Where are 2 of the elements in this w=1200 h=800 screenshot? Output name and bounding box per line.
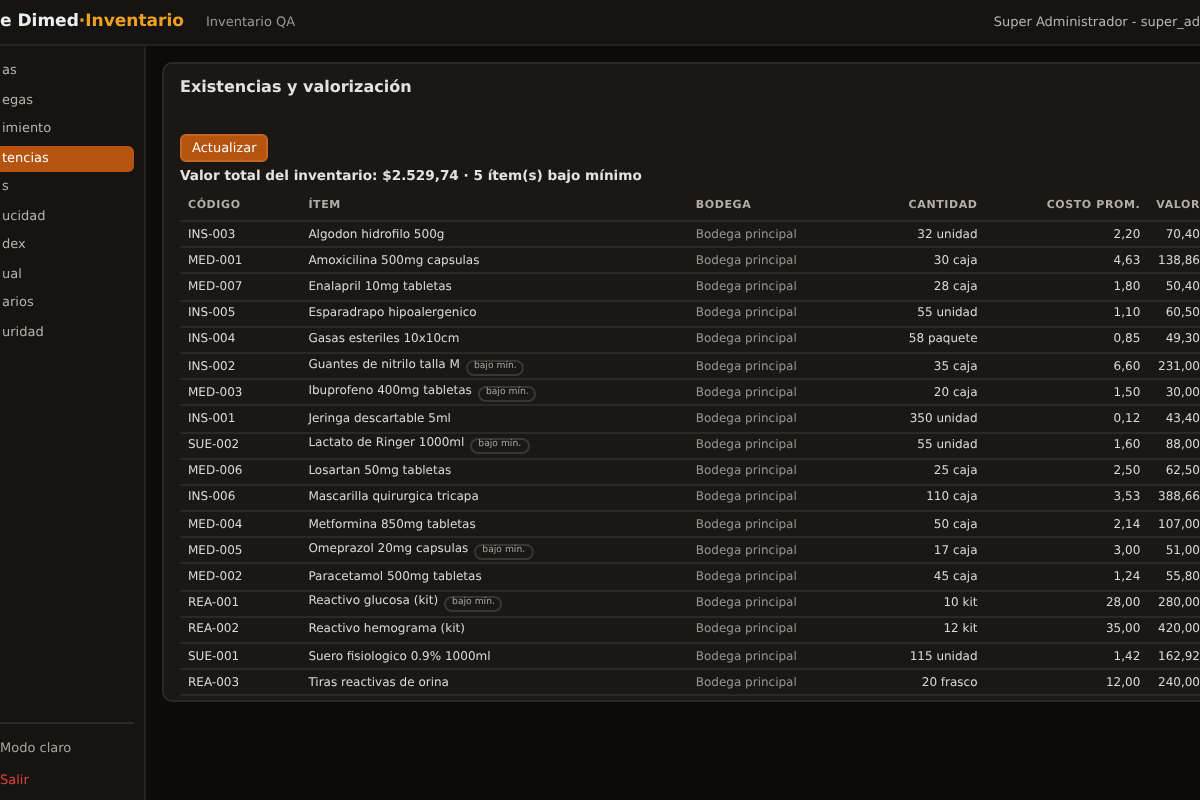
- card-title: Existencias y valorización: [180, 78, 414, 100]
- app-brand: e Dimed·Inventario: [0, 12, 184, 32]
